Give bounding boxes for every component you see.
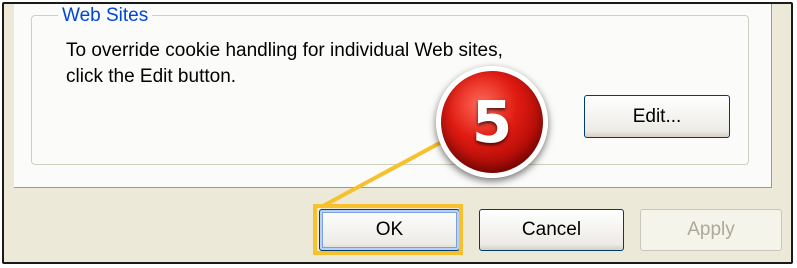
description-line-1: To override cookie handling for individu… [66, 40, 503, 61]
step-number: 5 [471, 88, 513, 156]
web-sites-description: To override cookie handling for individu… [66, 38, 503, 90]
edit-button[interactable]: Edit... [584, 95, 730, 138]
groupbox-title: Web Sites [58, 5, 153, 27]
cancel-button[interactable]: Cancel [479, 209, 624, 251]
description-line-2: click the Edit button. [66, 66, 237, 87]
ok-button[interactable]: OK [319, 209, 460, 251]
apply-button[interactable]: Apply [640, 209, 782, 251]
step-badge: 5 [436, 66, 548, 178]
